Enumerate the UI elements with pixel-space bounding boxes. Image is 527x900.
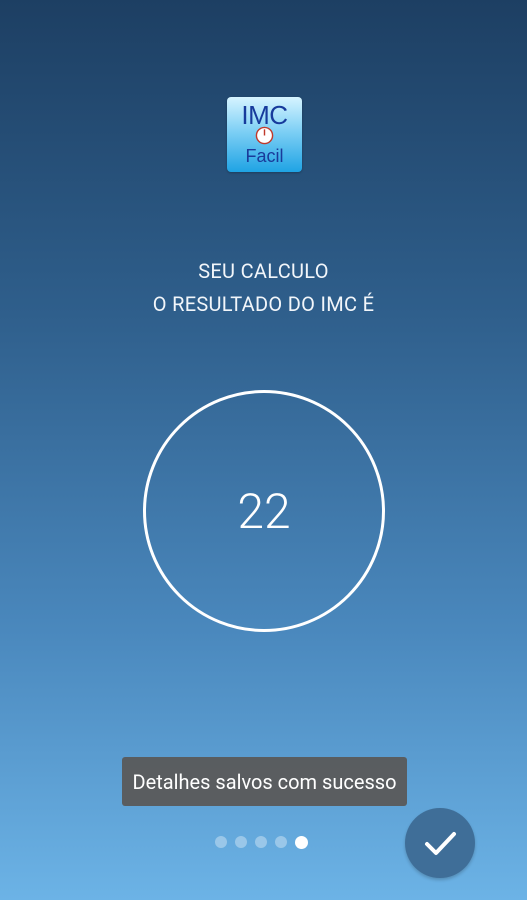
- logo-text-bottom: Facil: [245, 146, 284, 166]
- done-button[interactable]: [405, 808, 475, 878]
- page-dot-4: [275, 836, 287, 848]
- page-indicator: [215, 835, 316, 849]
- result-heading-line1: SEU CALCULO: [198, 259, 329, 283]
- app-logo: IMC Facil: [227, 97, 302, 172]
- result-circle: 22: [143, 390, 385, 632]
- page-dot-1: [215, 836, 227, 848]
- page-dot-5-active: [295, 835, 308, 849]
- toast-message: Detalhes salvos com sucesso: [122, 757, 407, 806]
- result-heading-line2: O RESULTADO DO IMC É: [152, 292, 375, 316]
- stopwatch-icon: [255, 126, 274, 145]
- page-dot-3: [255, 836, 267, 848]
- toast-text: Detalhes salvos com sucesso: [132, 769, 397, 794]
- imc-result-value: 22: [237, 482, 291, 540]
- page-dot-2: [235, 836, 247, 848]
- check-icon: [425, 832, 456, 855]
